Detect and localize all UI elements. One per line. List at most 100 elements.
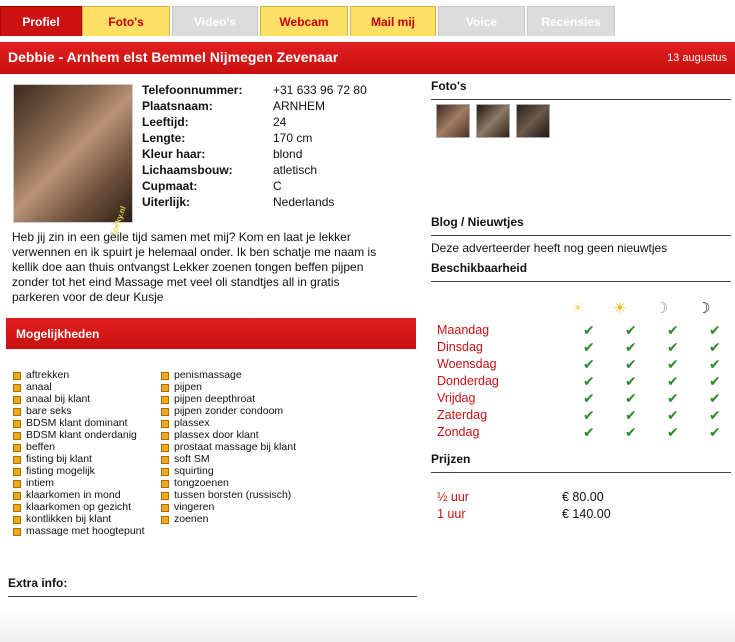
detail-build: Lichaamsbouw: atletisch <box>142 163 318 177</box>
check-icon: ✔ <box>625 373 637 389</box>
check-icon: ✔ <box>583 390 595 406</box>
options-column-2: penismassage pijpen pijpen deepthroat pijpe… <box>161 369 296 525</box>
check-icon: ✔ <box>583 322 595 338</box>
option-item: anaal <box>13 381 145 393</box>
option-label: squirting <box>174 465 214 477</box>
photo-thumbnail[interactable] <box>476 104 510 138</box>
option-item: massage met hoogtepunt <box>13 525 145 537</box>
check-icon: ✔ <box>709 356 721 372</box>
option-label: fisting bij klant <box>26 453 92 465</box>
option-item: BDSM klant onderdanig <box>13 429 145 441</box>
tab-fotos[interactable]: Foto's <box>82 6 170 36</box>
check-icon: ✔ <box>709 322 721 338</box>
option-label: bare seks <box>26 405 72 417</box>
bullet-icon <box>13 456 21 464</box>
blog-title: Blog / Nieuwtjes <box>431 215 524 229</box>
tab-videos: Video's <box>172 6 258 36</box>
tab-profiel[interactable]: Profiel <box>0 6 82 36</box>
divider <box>431 281 731 282</box>
profile-intro: Heb jij zin in een geile tijd samen met … <box>12 230 377 304</box>
detail-cup: Cupmaat: C <box>142 179 282 193</box>
check-icon: ✔ <box>667 373 679 389</box>
tab-bar: Profiel Foto's Video's Webcam Mail mij V… <box>0 6 735 36</box>
bullet-icon <box>13 384 21 392</box>
option-label: pijpen deepthroat <box>174 393 256 405</box>
profile-photo[interactable]: Zoeky.nl <box>13 84 133 238</box>
detail-hair: Kleur haar: blond <box>142 147 303 161</box>
check-icon: ✔ <box>709 339 721 355</box>
options-header: Mogelijkheden <box>6 318 416 349</box>
bullet-icon <box>161 456 169 464</box>
check-icon: ✔ <box>583 339 595 355</box>
bullet-icon <box>13 420 21 428</box>
bullet-icon <box>13 528 21 536</box>
option-item: penismassage <box>161 369 296 381</box>
option-item: tussen borsten (russisch) <box>161 489 296 501</box>
prices-title: Prijzen <box>431 452 471 466</box>
bullet-icon <box>13 444 21 452</box>
option-item: aftrekken <box>13 369 145 381</box>
bullet-icon <box>161 408 169 416</box>
profile-details: Telefoonnummer: +31 633 96 72 80 Plaatsna… <box>142 82 432 210</box>
divider <box>8 596 417 597</box>
bullet-icon <box>161 432 169 440</box>
option-label: anaal <box>26 381 52 393</box>
check-icon: ✔ <box>625 339 637 355</box>
check-icon: ✔ <box>709 390 721 406</box>
availability-day: Vrijdag <box>437 391 476 405</box>
bullet-icon <box>161 384 169 392</box>
night-moon-icon: ☽ <box>697 300 711 317</box>
tab-mail-mij[interactable]: Mail mij <box>350 6 436 36</box>
option-label: BDSM klant onderdanig <box>26 429 137 441</box>
option-item: plassex door klant <box>161 429 296 441</box>
option-item: fisting mogelijk <box>13 465 145 477</box>
option-label: anaal bij klant <box>26 393 91 405</box>
check-icon: ✔ <box>625 424 637 440</box>
bullet-icon <box>13 516 21 524</box>
divider <box>431 235 731 236</box>
profile-header: Debbie - Arnhem elst Bemmel Nijmegen Zev… <box>0 42 735 74</box>
option-item: vingeren <box>161 501 296 513</box>
price-duration: ½ uur <box>437 490 469 504</box>
check-icon: ✔ <box>709 424 721 440</box>
check-icon: ✔ <box>667 356 679 372</box>
option-item: fisting bij klant <box>13 453 145 465</box>
bullet-icon <box>13 480 21 488</box>
check-icon: ✔ <box>583 424 595 440</box>
extra-info-title: Extra info: <box>8 576 68 590</box>
price-amount: € 140.00 <box>562 507 611 521</box>
option-label: klaarkomen in mond <box>26 489 121 501</box>
option-label: intiem <box>26 477 55 489</box>
option-label: kontlikken bij klant <box>26 513 112 525</box>
option-item: intiem <box>13 477 145 489</box>
bullet-icon <box>13 408 21 416</box>
option-label: BDSM klant dominant <box>26 417 128 429</box>
bullet-icon <box>13 468 21 476</box>
photo-thumbnail[interactable] <box>516 104 550 138</box>
check-icon: ✔ <box>625 356 637 372</box>
option-label: aftrekken <box>26 369 70 381</box>
option-item: pijpen <box>161 381 296 393</box>
option-label: beffen <box>26 441 56 453</box>
check-icon: ✔ <box>583 373 595 389</box>
option-item: anaal bij klant <box>13 393 145 405</box>
option-label: zoenen <box>174 513 209 525</box>
check-icon: ✔ <box>583 407 595 423</box>
bullet-icon <box>161 396 169 404</box>
tab-webcam[interactable]: Webcam <box>260 6 348 36</box>
option-item: squirting <box>161 465 296 477</box>
photo-thumbnail[interactable] <box>436 104 470 138</box>
divider <box>431 472 731 473</box>
availability-title: Beschikbaarheid <box>431 261 528 275</box>
option-label: pijpen <box>174 381 203 393</box>
option-item: kontlikken bij klant <box>13 513 145 525</box>
blog-text: Deze adverteerder heeft nog geen nieuwtj… <box>431 241 668 255</box>
option-label: fisting mogelijk <box>26 465 95 477</box>
option-label: klaarkomen op gezicht <box>26 501 132 513</box>
bullet-icon <box>13 372 21 380</box>
bullet-icon <box>161 420 169 428</box>
option-item: plassex <box>161 417 296 429</box>
option-label: tussen borsten (russisch) <box>174 489 292 501</box>
check-icon: ✔ <box>667 339 679 355</box>
price-amount: € 80.00 <box>562 490 604 504</box>
